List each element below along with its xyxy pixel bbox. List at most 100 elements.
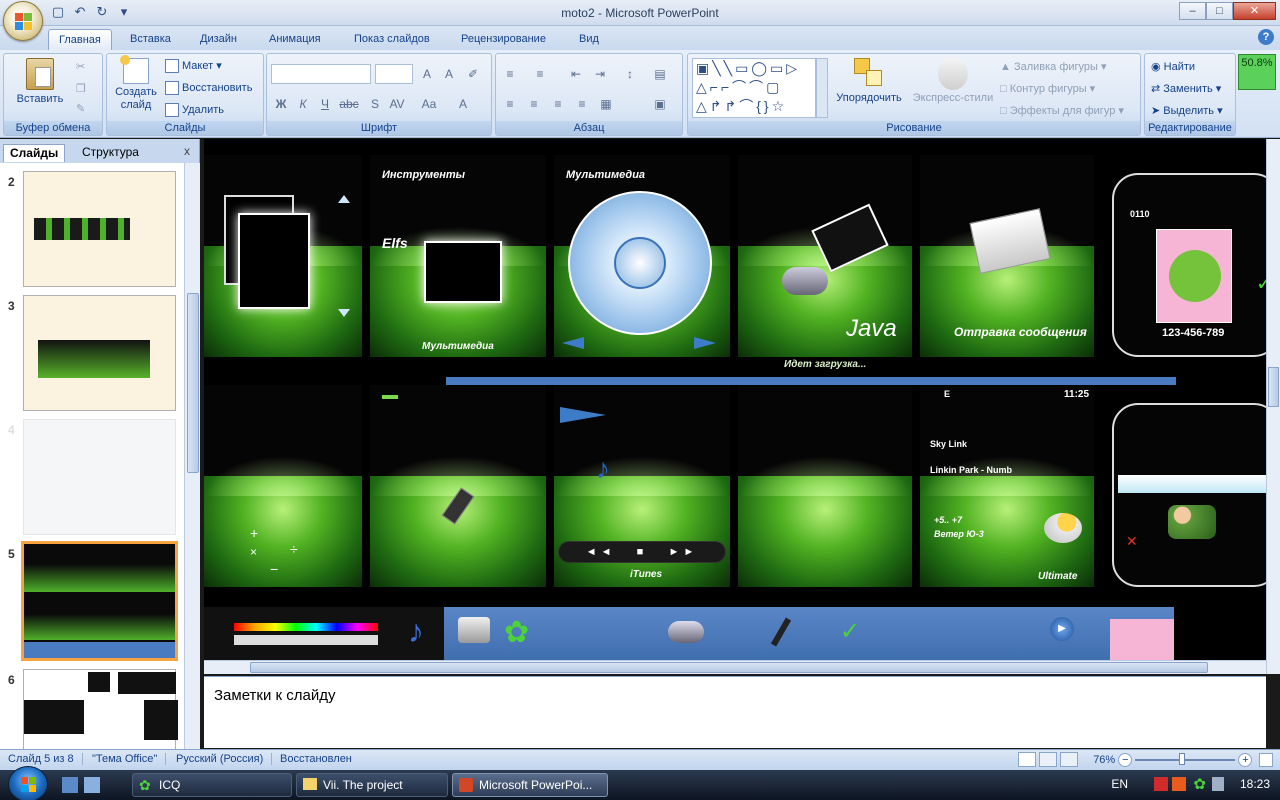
font-group-label: Шрифт <box>267 121 491 135</box>
bold-icon[interactable]: Ж <box>271 94 291 114</box>
paste-button[interactable]: Вставить <box>12 58 68 105</box>
new-slide-icon <box>120 55 149 84</box>
fit-slide-icon[interactable] <box>1259 752 1274 767</box>
case-icon[interactable]: Aa <box>419 94 439 114</box>
slide-thumb-3[interactable] <box>23 295 176 411</box>
status-language[interactable]: Русский (Россия) <box>176 753 273 765</box>
justify-icon[interactable]: ≡ <box>572 94 592 114</box>
slide-horizontal-scrollbar[interactable] <box>204 660 1266 674</box>
columns-icon[interactable]: ▦ <box>596 94 616 114</box>
show-desktop-icon[interactable] <box>62 777 78 793</box>
tab-slides-panel[interactable]: Слайды <box>3 144 66 162</box>
switch-windows-icon[interactable] <box>84 777 100 793</box>
language-indicator[interactable]: EN <box>1111 777 1128 791</box>
editing-group: ◉ Найти ⇄ Заменить ▾ ➤ Выделить ▾ Редакт… <box>1144 53 1236 136</box>
align-right-icon[interactable]: ≡ <box>548 94 568 114</box>
smartart-icon[interactable]: ▣ <box>650 94 670 114</box>
line-spacing-icon[interactable]: ↕ <box>620 64 640 84</box>
shape-fill-button[interactable]: ▲ Заливка фигуры ▾ <box>1000 60 1107 73</box>
panel-scroll-thumb[interactable] <box>187 293 199 473</box>
tab-view[interactable]: Вид <box>569 29 609 50</box>
horizontal-scroll-thumb[interactable] <box>250 662 1208 673</box>
taskbar-icq[interactable]: ✿ ICQ <box>132 773 292 797</box>
office-button[interactable] <box>3 1 43 41</box>
copy-icon[interactable]: ❐ <box>76 82 86 95</box>
align-left-icon[interactable]: ≡ <box>500 94 520 114</box>
shapes-gallery[interactable]: ▣╲╲▭◯▭▷ △⌐⌐⌒⌒▢ △↱↱⌒{}☆ <box>692 58 816 118</box>
start-button[interactable] <box>8 766 48 800</box>
strikethrough-icon[interactable]: abc <box>339 94 359 114</box>
format-painter-icon[interactable]: ✎ <box>76 102 85 115</box>
select-button[interactable]: ➤ Выделить ▾ <box>1151 104 1223 117</box>
grow-font-icon[interactable]: A <box>417 64 437 84</box>
panel-scrollbar[interactable] <box>184 163 200 749</box>
vertical-scroll-thumb[interactable] <box>1268 367 1279 407</box>
minimize-button[interactable]: – <box>1179 2 1206 20</box>
clock[interactable]: 18:23 <box>1240 777 1270 791</box>
slide-vertical-scrollbar[interactable] <box>1266 139 1280 674</box>
spacing-icon[interactable]: AV <box>387 94 407 114</box>
tab-home[interactable]: Главная <box>48 29 112 50</box>
close-button[interactable]: ✕ <box>1233 2 1276 20</box>
font-name-combo[interactable] <box>271 64 371 84</box>
taskbar-folder[interactable]: Vii. The project <box>296 773 448 797</box>
cut-icon[interactable]: ✂ <box>76 60 85 73</box>
tab-slideshow[interactable]: Показ слайдов <box>344 29 440 50</box>
bullets-icon[interactable]: ≡ <box>500 64 520 84</box>
tab-design[interactable]: Дизайн <box>190 29 247 50</box>
quick-styles-button[interactable]: Экспресс-стили <box>908 58 998 104</box>
taskbar-powerpoint[interactable]: Microsoft PowerPoi... <box>452 773 608 797</box>
tab-review[interactable]: Рецензирование <box>451 29 556 50</box>
zoom-level[interactable]: 76% <box>1093 754 1115 766</box>
slide-thumb-4[interactable] <box>23 419 176 535</box>
zoom-out-icon[interactable]: − <box>1118 752 1133 767</box>
zoom-in-icon[interactable]: + <box>1238 752 1253 767</box>
thumb-number: 3 <box>8 299 15 313</box>
replace-button[interactable]: ⇄ Заменить ▾ <box>1151 82 1221 95</box>
tray-kaspersky-icon[interactable] <box>1154 777 1168 791</box>
tray-network-icon[interactable] <box>1212 777 1224 791</box>
text-direction-icon[interactable]: ▤ <box>650 64 670 84</box>
slide-canvas[interactable]: Инструменты Elfs Мультимедиа Мультимедиа… <box>204 139 1280 661</box>
notes-pane[interactable]: Заметки к слайду <box>204 676 1266 748</box>
slideshow-view-icon[interactable] <box>1060 752 1079 767</box>
italic-icon[interactable]: К <box>293 94 313 114</box>
delete-icon <box>165 103 179 117</box>
font-color-icon[interactable]: A <box>453 94 473 114</box>
maximize-button[interactable]: □ <box>1206 2 1233 20</box>
tray-antivirus-icon[interactable] <box>1172 777 1186 791</box>
numbering-icon[interactable]: ≡ <box>530 64 550 84</box>
slide-thumb-6[interactable] <box>23 669 178 749</box>
increase-indent-icon[interactable]: ⇥ <box>590 64 610 84</box>
slide-thumb-5[interactable] <box>21 541 178 661</box>
tab-insert[interactable]: Вставка <box>120 29 181 50</box>
shrink-font-icon[interactable]: A <box>439 64 459 84</box>
sorter-view-icon[interactable] <box>1039 752 1058 767</box>
decrease-indent-icon[interactable]: ⇤ <box>566 64 586 84</box>
layout-button[interactable]: Макет ▾ <box>165 59 222 74</box>
shapes-gallery-scroll[interactable] <box>816 58 828 118</box>
delete-slide-button[interactable]: Удалить <box>165 103 224 117</box>
thumb-number: 6 <box>8 673 15 687</box>
multimedia-label: Мультимедиа <box>422 341 494 352</box>
drawing-group: ▣╲╲▭◯▭▷ △⌐⌐⌒⌒▢ △↱↱⌒{}☆ Упорядочить Экспрес… <box>687 53 1141 136</box>
align-center-icon[interactable]: ≡ <box>524 94 544 114</box>
underline-icon[interactable]: Ч <box>315 94 335 114</box>
shape-effects-button[interactable]: □ Эффекты для фигур ▾ <box>1000 104 1124 117</box>
clear-format-icon[interactable]: ✐ <box>463 64 483 84</box>
zoom-slider[interactable] <box>1135 752 1236 765</box>
shadow-icon[interactable]: S <box>365 94 385 114</box>
find-button[interactable]: ◉ Найти <box>1151 60 1195 73</box>
panel-close-icon[interactable]: x <box>184 144 190 158</box>
arrange-button[interactable]: Упорядочить <box>834 58 904 104</box>
tab-outline-panel[interactable]: Структура <box>76 144 145 162</box>
new-slide-button[interactable]: Создать слайд <box>111 55 161 112</box>
font-size-combo[interactable] <box>375 64 413 84</box>
tab-animation[interactable]: Анимация <box>259 29 331 50</box>
reset-button[interactable]: Восстановить <box>165 81 252 95</box>
help-icon[interactable]: ? <box>1258 29 1274 45</box>
slide-thumb-2[interactable] <box>23 171 176 287</box>
shape-outline-button[interactable]: □ Контур фигуры ▾ <box>1000 82 1095 95</box>
tray-icq-icon[interactable]: ✿ <box>1193 775 1206 793</box>
normal-view-icon[interactable] <box>1018 752 1036 767</box>
